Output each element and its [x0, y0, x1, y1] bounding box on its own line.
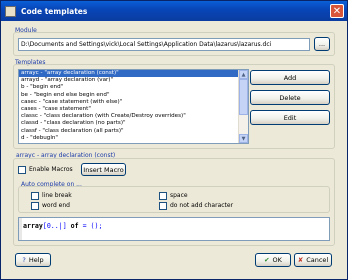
cancel-button[interactable]: ✘ Cancel	[294, 253, 332, 267]
template-list-item[interactable]: d - "debugln"	[19, 135, 248, 142]
app-icon	[5, 5, 16, 17]
help-icon: ?	[22, 256, 26, 264]
line-break-label: line break	[42, 192, 72, 199]
templates-list[interactable]: arrayc - "array declaration (const)" arra…	[18, 69, 249, 144]
do-not-add-character-label: do not add character	[170, 202, 234, 209]
template-list-item[interactable]: casec - "case statement (with else)"	[19, 99, 248, 106]
template-list-item[interactable]: arrayd - "array declaration (var)"	[19, 77, 248, 84]
delete-button[interactable]: Delete	[250, 90, 330, 105]
add-button[interactable]: Add	[250, 70, 330, 85]
cancel-label: Cancel	[306, 256, 329, 264]
code-templates-window: Code templates ✕ Module D:\Documents and…	[0, 0, 348, 280]
code-keyword-of: of	[70, 222, 79, 230]
templates-scrollbar[interactable]: ▲ ▼	[238, 70, 248, 143]
code-assignment: = ();	[82, 222, 103, 230]
enable-macros-checkbox[interactable]	[18, 166, 26, 174]
code-keyword-array: array	[23, 222, 43, 230]
title-bar[interactable]: Code templates ✕	[1, 1, 347, 21]
template-list-item[interactable]: cases - "case statement"	[19, 106, 248, 113]
template-list-item[interactable]: b - "begin end"	[19, 84, 248, 91]
editor-gutter	[19, 218, 22, 240]
help-button[interactable]: ? Help	[15, 253, 51, 267]
line-break-checkbox[interactable]	[31, 192, 39, 200]
ok-label: OK	[272, 256, 282, 264]
scroll-up-arrow-icon[interactable]: ▲	[239, 70, 248, 79]
code-range: [0..|]	[42, 222, 67, 230]
word-end-label: word end	[42, 202, 70, 209]
template-list-item[interactable]: classf - "class declaration (all parts)"	[19, 128, 248, 135]
do-not-add-character-checkbox[interactable]	[159, 202, 167, 210]
template-list-item[interactable]: be - "begin end else begin end"	[19, 92, 248, 99]
enable-macros-label: Enable Macros	[29, 166, 73, 173]
help-label: Help	[28, 256, 44, 264]
close-button[interactable]: ✕	[330, 4, 344, 18]
edit-button[interactable]: Edit	[250, 110, 330, 125]
space-label: space	[170, 192, 188, 199]
word-end-checkbox[interactable]	[31, 202, 39, 210]
template-list-item[interactable]: arrayc - "array declaration (const)"	[19, 70, 248, 78]
module-path-input[interactable]: D:\Documents and Settings\vick\Local Set…	[18, 38, 310, 51]
templates-rows: arrayc - "array declaration (const)" arra…	[19, 70, 248, 142]
ok-button[interactable]: ✔ OK	[255, 253, 291, 267]
cancel-x-icon: ✘	[297, 256, 304, 264]
insert-macro-button[interactable]: Insert Macro	[81, 163, 126, 176]
template-list-item[interactable]: classc - "class declaration (with Create…	[19, 113, 248, 120]
space-checkbox[interactable]	[159, 192, 167, 200]
window-title: Code templates	[21, 6, 88, 16]
template-list-item[interactable]: classd - "class declaration (no parts)"	[19, 120, 248, 127]
scroll-thumb[interactable]	[239, 79, 248, 115]
browse-button[interactable]: ...	[314, 37, 330, 51]
template-code-editor[interactable]: array[0..|] of = ();	[18, 217, 330, 241]
scroll-down-arrow-icon[interactable]: ▼	[239, 134, 248, 143]
checkmark-icon: ✔	[264, 256, 270, 264]
